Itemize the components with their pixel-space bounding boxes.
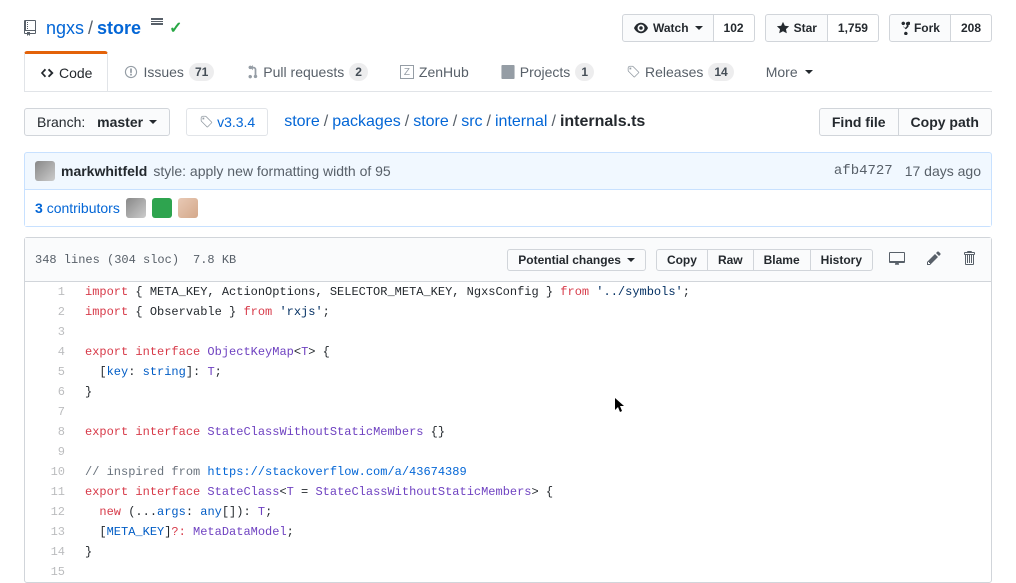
fork-button[interactable]: Fork [889, 14, 951, 42]
repo-name-link[interactable]: store [97, 18, 141, 39]
find-file-button[interactable]: Find file [819, 108, 899, 136]
repo-owner-link[interactable]: ngxs [46, 18, 84, 39]
project-icon [501, 65, 515, 79]
avatar[interactable] [35, 161, 55, 181]
eye-icon [633, 21, 649, 35]
breadcrumb: store/packages/store/src/internal/intern… [284, 113, 645, 131]
code-icon [40, 66, 54, 80]
code-view: 1import { META_KEY, ActionOptions, SELEC… [25, 282, 991, 582]
tag-icon [199, 115, 213, 129]
history-button[interactable]: History [811, 249, 873, 271]
tab-zenhub[interactable]: Z ZenHub [384, 52, 485, 91]
issue-icon [124, 65, 138, 79]
raw-button[interactable]: Raw [708, 249, 754, 271]
file-line-count: 348 lines (304 sloc) [35, 253, 179, 267]
watch-button[interactable]: Watch [622, 14, 714, 42]
status-check-icon[interactable]: ✓ [169, 18, 182, 38]
bc-src[interactable]: src [461, 113, 482, 130]
bc-store2[interactable]: store [413, 113, 449, 130]
fork-icon [900, 21, 910, 35]
trash-icon[interactable] [957, 246, 981, 273]
bc-internal[interactable]: internal [495, 113, 547, 130]
file-size: 7.8 KB [193, 253, 236, 267]
watch-count[interactable]: 102 [714, 14, 755, 42]
repo-title: ngxs / store ✓ [24, 18, 182, 39]
zenhub-icon: Z [400, 65, 414, 79]
copy-path-button[interactable]: Copy path [899, 108, 992, 136]
fork-count[interactable]: 208 [951, 14, 992, 42]
tab-code[interactable]: Code [24, 51, 108, 91]
tab-more[interactable]: More [750, 52, 829, 91]
pr-icon [246, 65, 258, 79]
bc-file: internals.ts [560, 113, 645, 130]
tab-projects[interactable]: Projects1 [485, 52, 610, 91]
star-count[interactable]: 1,759 [828, 14, 879, 42]
commit-date: 17 days ago [905, 163, 981, 179]
tab-issues[interactable]: Issues71 [108, 52, 230, 91]
star-icon [776, 21, 790, 35]
commit-sha[interactable]: afb4727 [834, 163, 893, 179]
commit-message[interactable]: style: apply new formatting width of 95 [153, 163, 390, 179]
tab-pulls[interactable]: Pull requests2 [230, 52, 384, 91]
copy-button[interactable]: Copy [656, 249, 708, 271]
tag-icon [626, 65, 640, 79]
avatar[interactable] [126, 198, 146, 218]
blame-button[interactable]: Blame [754, 249, 811, 271]
commit-author[interactable]: markwhitfeld [61, 163, 147, 179]
star-button[interactable]: Star [765, 14, 828, 42]
repo-icon [24, 20, 40, 36]
branch-selector[interactable]: Branch: master [24, 108, 170, 136]
pencil-icon[interactable] [921, 246, 947, 273]
tab-releases[interactable]: Releases14 [610, 52, 750, 91]
repo-menu-icon[interactable] [151, 18, 163, 38]
tag-link[interactable]: v3.3.4 [186, 108, 268, 136]
bc-packages[interactable]: packages [332, 113, 401, 130]
bc-store[interactable]: store [284, 113, 320, 130]
desktop-icon[interactable] [883, 246, 911, 273]
avatar[interactable] [152, 198, 172, 218]
potential-changes-button[interactable]: Potential changes [507, 249, 646, 271]
contributors-link[interactable]: 3 contributors [35, 200, 120, 216]
avatar[interactable] [178, 198, 198, 218]
